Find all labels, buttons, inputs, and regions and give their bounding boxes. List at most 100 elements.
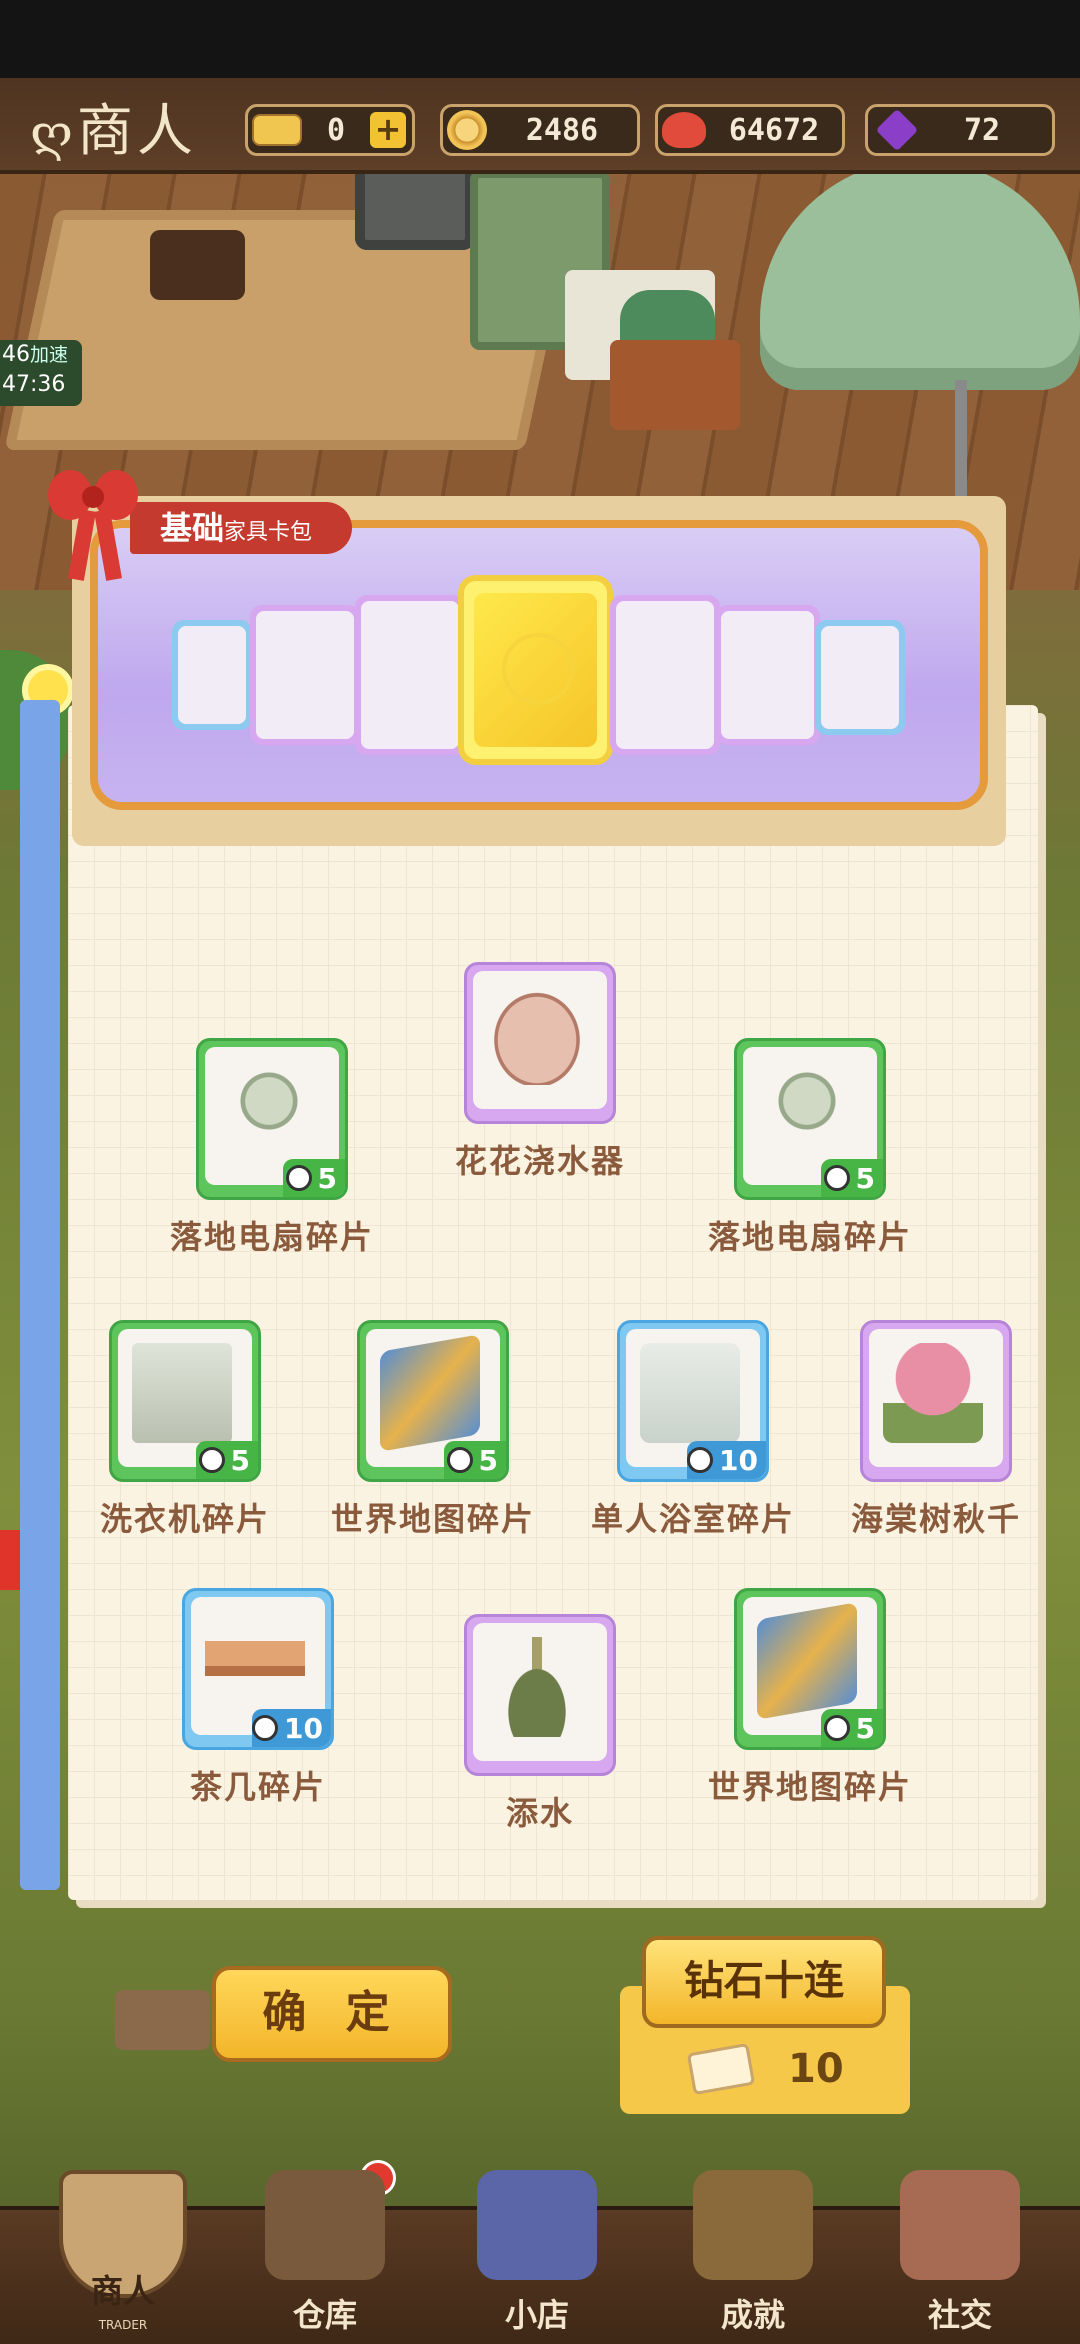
nav-shop[interactable]: 小店 (462, 2170, 612, 2340)
reward-item[interactable]: 5 洗衣机碎片 (75, 1320, 295, 1540)
nav-social-label: 社交 (927, 2296, 992, 2334)
social-icon (900, 2170, 1020, 2280)
warehouse-icon (265, 2170, 385, 2280)
nav-trader-sublabel: TRADER (98, 2318, 148, 2332)
gem-counter[interactable]: 72 (865, 104, 1055, 156)
diamond-ten-button[interactable]: 钻石十连 (642, 1936, 886, 2028)
clock-icon (823, 1165, 850, 1191)
reward-label: 世界地图碎片 (707, 1768, 912, 1806)
pack-card-bed (250, 605, 360, 745)
side-table (610, 340, 740, 430)
world-map-icon (380, 1334, 480, 1452)
ticket-cost-value: 10 (788, 2046, 844, 2092)
reward-card: 5 (734, 1588, 886, 1750)
reward-item[interactable]: 5 落地电扇碎片 (162, 1038, 382, 1258)
world-map-icon (757, 1602, 857, 1720)
ticket-value: 0 (326, 112, 346, 148)
coin-value: 2486 (525, 112, 599, 148)
count-badge: 5 (821, 1709, 883, 1747)
count-badge: 5 (821, 1159, 883, 1197)
scroll-ornament-icon: ღ (30, 104, 77, 162)
nav-shop-label: 小店 (504, 2296, 569, 2334)
boost-count: 46 (2, 342, 30, 367)
count-badge: 5 (196, 1441, 258, 1479)
fan-icon (219, 1061, 319, 1161)
clock-icon (198, 1447, 225, 1473)
umbrella-pole (955, 380, 967, 500)
count-value: 5 (230, 1443, 250, 1477)
page-title-text: 商人 (76, 99, 197, 164)
reward-label: 花花浇水器 (454, 1142, 625, 1180)
reward-label: 添水 (505, 1794, 574, 1832)
heart-icon (662, 112, 706, 148)
count-badge: 5 (283, 1159, 345, 1197)
panel-shadow (20, 700, 60, 1890)
reward-item[interactable]: 5 世界地图碎片 (323, 1320, 543, 1540)
reward-item[interactable]: 海棠树秋千 (826, 1320, 1046, 1540)
reward-item[interactable]: 花花浇水器 (430, 962, 650, 1182)
boost-timer[interactable]: 46加速 47:36 (0, 340, 82, 406)
reward-item[interactable]: 添水 (430, 1614, 650, 1834)
boost-timer-text: 47:36 (2, 372, 66, 397)
shop-icon (477, 2170, 597, 2280)
count-value: 10 (719, 1443, 758, 1477)
page-title: ღ商人 (30, 86, 240, 164)
reward-card (860, 1320, 1012, 1482)
achievement-icon (693, 2170, 813, 2280)
clock-icon (285, 1165, 312, 1191)
nav-trader[interactable]: 商人 TRADER (48, 2170, 198, 2340)
reward-item[interactable]: 5 世界地图碎片 (700, 1588, 920, 1808)
clock-icon (446, 1447, 473, 1473)
ticket-icon (686, 2042, 756, 2096)
stool (150, 230, 245, 300)
confirm-button[interactable]: 确 定 (212, 1966, 452, 2062)
gem-value: 72 (963, 112, 1001, 148)
clock-icon (252, 1715, 279, 1741)
add-ticket-button[interactable]: + (370, 112, 406, 148)
card-pack-title: 基础 (160, 509, 225, 547)
reward-card: 10 (617, 1320, 769, 1482)
nav-achievement[interactable]: 成就 (678, 2170, 828, 2340)
coin-icon (447, 110, 487, 150)
reward-label: 落地电扇碎片 (707, 1218, 912, 1256)
reward-label: 洗衣机碎片 (99, 1500, 270, 1538)
shower-cabin-icon (640, 1343, 740, 1443)
flower-emblem-icon (502, 633, 574, 705)
washing-machine-icon (132, 1343, 232, 1443)
count-badge: 10 (252, 1709, 331, 1747)
reward-item[interactable]: 10 茶几碎片 (148, 1588, 368, 1808)
signpost (115, 1990, 210, 2050)
clock-icon (687, 1447, 714, 1473)
ribbon-bow-icon (48, 470, 138, 581)
tree-swing-icon (883, 1343, 983, 1443)
reward-label: 海棠树秋千 (850, 1500, 1021, 1538)
nav-warehouse[interactable]: 仓库 (250, 2170, 400, 2340)
nav-social[interactable]: 社交 (885, 2170, 1035, 2340)
fan-icon (757, 1061, 857, 1161)
reward-card: 10 (182, 1588, 334, 1750)
card-pack-label: 基础家具卡包 (130, 502, 353, 554)
water-well-icon (487, 1637, 587, 1737)
count-badge: 5 (444, 1441, 506, 1479)
count-value: 5 (855, 1711, 875, 1745)
reward-card: 5 (109, 1320, 261, 1482)
coin-counter[interactable]: 2486 (440, 104, 640, 156)
reward-item[interactable]: 5 落地电扇碎片 (700, 1038, 920, 1258)
clock-icon (823, 1715, 850, 1741)
reward-item[interactable]: 10 单人浴室碎片 (583, 1320, 803, 1540)
ticket-counter[interactable]: 0 + (245, 104, 415, 156)
status-bar (0, 0, 1080, 78)
reward-card: 5 (196, 1038, 348, 1200)
count-value: 5 (317, 1161, 337, 1195)
card-pack-subtitle: 家具卡包 (224, 520, 313, 545)
heart-counter[interactable]: 64672 (655, 104, 845, 156)
count-value: 5 (478, 1443, 498, 1477)
diamond-ten-pull[interactable]: 钻石十连 10 (620, 1936, 910, 2124)
pack-card-sink (355, 595, 465, 755)
reward-label: 世界地图碎片 (330, 1500, 535, 1538)
reward-label: 茶几碎片 (189, 1768, 326, 1806)
nav-trader-label: 商人 (90, 2272, 155, 2310)
heart-value: 64672 (728, 112, 820, 148)
boost-label: 加速 (30, 344, 69, 366)
pack-card-fan (172, 620, 252, 730)
